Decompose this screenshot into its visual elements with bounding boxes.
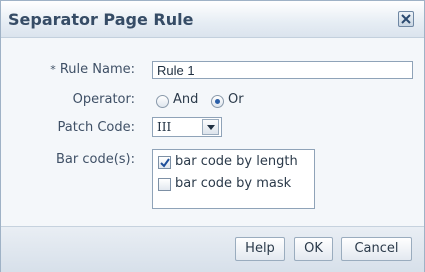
ok-button[interactable]: OK	[294, 237, 333, 261]
rule-name-label: * Rule Name:	[35, 62, 135, 77]
bar-code-by-mask-checkbox[interactable]	[158, 178, 171, 191]
help-button[interactable]: Help	[235, 237, 285, 261]
separator-page-rule-dialog: Separator Page Rule * Rule Name: Operato…	[0, 0, 425, 272]
patch-code-label: Patch Code:	[57, 120, 136, 135]
operator-or-label: Or	[228, 92, 244, 107]
dialog-title: Separator Page Rule	[8, 10, 194, 29]
chevron-down-icon[interactable]	[202, 119, 219, 135]
operator-label: Operator:	[72, 92, 135, 107]
patch-code-value: III	[157, 120, 172, 134]
bar-codes-list: bar code by length bar code by mask	[152, 149, 315, 209]
patch-code-select[interactable]: III	[152, 117, 222, 137]
rule-name-label-text: Rule Name:	[59, 62, 135, 77]
bar-code-by-length-checkbox[interactable]	[158, 156, 171, 169]
bar-code-by-length-label: bar code by length	[175, 154, 298, 169]
close-icon[interactable]	[398, 11, 414, 27]
cancel-button[interactable]: Cancel	[341, 237, 412, 261]
bar-code-by-mask-label: bar code by mask	[175, 176, 292, 191]
dialog-titlebar: Separator Page Rule	[1, 1, 424, 38]
operator-and-radio[interactable]	[156, 95, 169, 108]
operator-and-label: And	[173, 92, 199, 107]
operator-or-radio[interactable]	[211, 95, 224, 108]
bar-codes-label: Bar code(s):	[55, 152, 135, 167]
required-mark: *	[50, 63, 56, 76]
rule-name-input[interactable]	[152, 61, 413, 79]
